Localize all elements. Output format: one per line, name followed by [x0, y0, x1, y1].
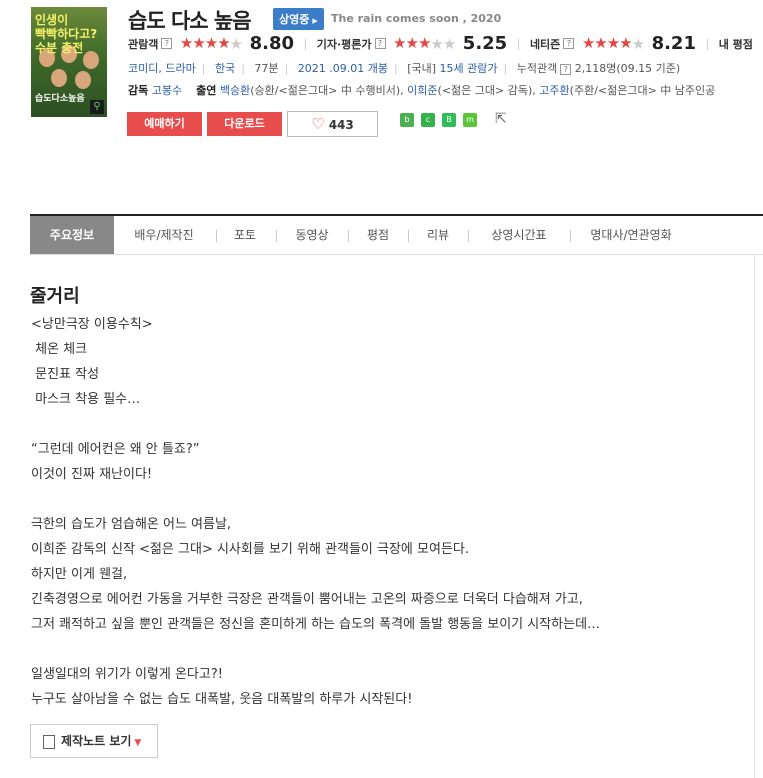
divider: |: [284, 62, 289, 75]
cast-label: 출연: [196, 84, 217, 97]
audience-rating-label: 관람객: [128, 37, 159, 51]
divider: |: [241, 62, 245, 75]
tab-photo[interactable]: 포토: [220, 216, 270, 254]
cast-link[interactable]: 이희준: [407, 84, 437, 97]
like-count: 443: [328, 118, 354, 132]
english-title: The rain comes soon , 2020: [331, 12, 502, 25]
tab-rating[interactable]: 평점: [352, 216, 404, 254]
critic-rating-label: 기자·평론가: [316, 37, 372, 51]
divider: [348, 230, 349, 242]
divider: [468, 230, 469, 242]
rating-prefix: [국내]: [407, 62, 437, 75]
heart-icon: ♡: [311, 115, 325, 133]
cast-role: (주환/<젊은그대> 中 남주인공: [569, 84, 716, 97]
audience-score: 8.80: [249, 33, 295, 54]
help-icon[interactable]: ?: [563, 38, 575, 49]
poster-tagline: 인생이 빡빡하다고? 수분 충전: [35, 13, 98, 55]
audience-stars: ★★★★★: [179, 34, 243, 53]
tab-review[interactable]: 리뷰: [412, 216, 464, 254]
divider: |: [705, 37, 710, 50]
netizen-stars: ★★★★★: [581, 34, 645, 53]
netizen-score: 8.21: [651, 33, 696, 54]
cast-role: (<젊은 그대> 감독),: [437, 84, 536, 97]
tab-cast-crew[interactable]: 배우/제작진: [116, 216, 212, 254]
movie-title: 습도 다소 높음: [128, 9, 252, 33]
divider: [216, 230, 217, 242]
divider: [570, 230, 571, 242]
country-link[interactable]: 한국: [215, 62, 235, 75]
critic-stars: ★★★★★: [393, 34, 456, 53]
content-divider: [754, 254, 755, 778]
genre-link[interactable]: 코미디, 드라마: [128, 62, 196, 75]
document-icon: [43, 734, 55, 749]
poster-face: [75, 71, 91, 89]
status-badge-label: 상영중: [279, 13, 310, 26]
production-note-label: 제작노트 보기: [61, 734, 132, 748]
movie-poster[interactable]: 인생이 빡빡하다고? 수분 충전 습도다소높음 ⚲: [31, 7, 107, 117]
divider: [408, 230, 409, 242]
chevron-right-icon: ▶: [312, 17, 318, 25]
memo-share-icon[interactable]: m: [463, 113, 477, 127]
tab-main-info[interactable]: 주요정보: [30, 216, 114, 254]
zoom-icon[interactable]: ⚲: [90, 100, 104, 114]
tab-showtimes[interactable]: 상영시간표: [472, 216, 566, 254]
help-icon[interactable]: ?: [560, 64, 572, 75]
cast-link[interactable]: 백승환: [220, 84, 250, 97]
ratings-row: 관람객? ★★★★★ 8.80 | 기자·평론가? ★★★★★ 5.25 | 네…: [128, 33, 753, 54]
poster-logo: 습도다소높음: [35, 94, 85, 104]
cast-link[interactable]: 고주환: [539, 84, 569, 97]
credits-row: 감독 고봉수 출연 백승환(승환/<젊은그대> 中 수행비서), 이희준(<젊은…: [128, 82, 715, 98]
tab-video[interactable]: 동영상: [280, 216, 344, 254]
synopsis-title: 줄거리: [30, 286, 80, 307]
divider: [276, 230, 277, 242]
cast-role: (승환/<젊은그대> 中 수행비서),: [250, 84, 404, 97]
divider: |: [516, 37, 521, 50]
band-share-icon[interactable]: B: [442, 113, 456, 127]
divider: |: [393, 62, 398, 75]
runtime: 77분: [254, 62, 279, 75]
director-link[interactable]: 고봉수: [152, 84, 182, 97]
divider: |: [503, 62, 508, 75]
cumulative-date: (09.15 기준): [616, 62, 681, 75]
help-icon[interactable]: ?: [374, 38, 386, 49]
share-icon[interactable]: ⇱: [495, 111, 507, 127]
cafe-share-icon[interactable]: c: [421, 113, 435, 127]
cumulative-count: 2,118명: [574, 62, 617, 75]
cumulative-label: 누적관객: [516, 62, 558, 75]
poster-face: [51, 69, 67, 87]
divider: |: [303, 37, 308, 50]
blog-share-icon[interactable]: b: [400, 113, 414, 127]
tab-quotes-related[interactable]: 명대사/연관영화: [574, 216, 688, 254]
my-rating-label[interactable]: 내 평점: [719, 36, 753, 52]
like-button[interactable]: ♡ 443: [287, 111, 378, 137]
download-button[interactable]: 다운로드: [207, 112, 282, 136]
production-note-button[interactable]: 제작노트 보기 ▼: [30, 724, 158, 758]
movie-info: 코미디, 드라마 | 한국 | 77분 | 2021 .09.01 개봉 | [국내] …: [128, 60, 680, 76]
divider: |: [201, 62, 206, 75]
release-date[interactable]: 2021 .09.01 개봉: [298, 62, 388, 75]
director-label: 감독: [128, 84, 149, 97]
critic-score: 5.25: [462, 33, 508, 54]
netizen-rating-label: 네티즌: [529, 37, 561, 51]
status-badge[interactable]: 상영중 ▶: [273, 8, 324, 30]
chevron-down-icon: ▼: [134, 738, 142, 748]
reserve-button[interactable]: 예매하기: [127, 112, 202, 136]
tab-bar: 주요정보 배우/제작진 포토 동영상 평점 리뷰 상영시간표 명대사/연관영화: [30, 214, 763, 255]
help-icon[interactable]: ?: [161, 38, 173, 49]
age-rating-link[interactable]: 15세 관람가: [440, 62, 498, 75]
synopsis-text: <낭만극장 이용수칙> 체온 체크 문진표 작성 마스크 착용 필수… “그런데…: [31, 317, 601, 707]
